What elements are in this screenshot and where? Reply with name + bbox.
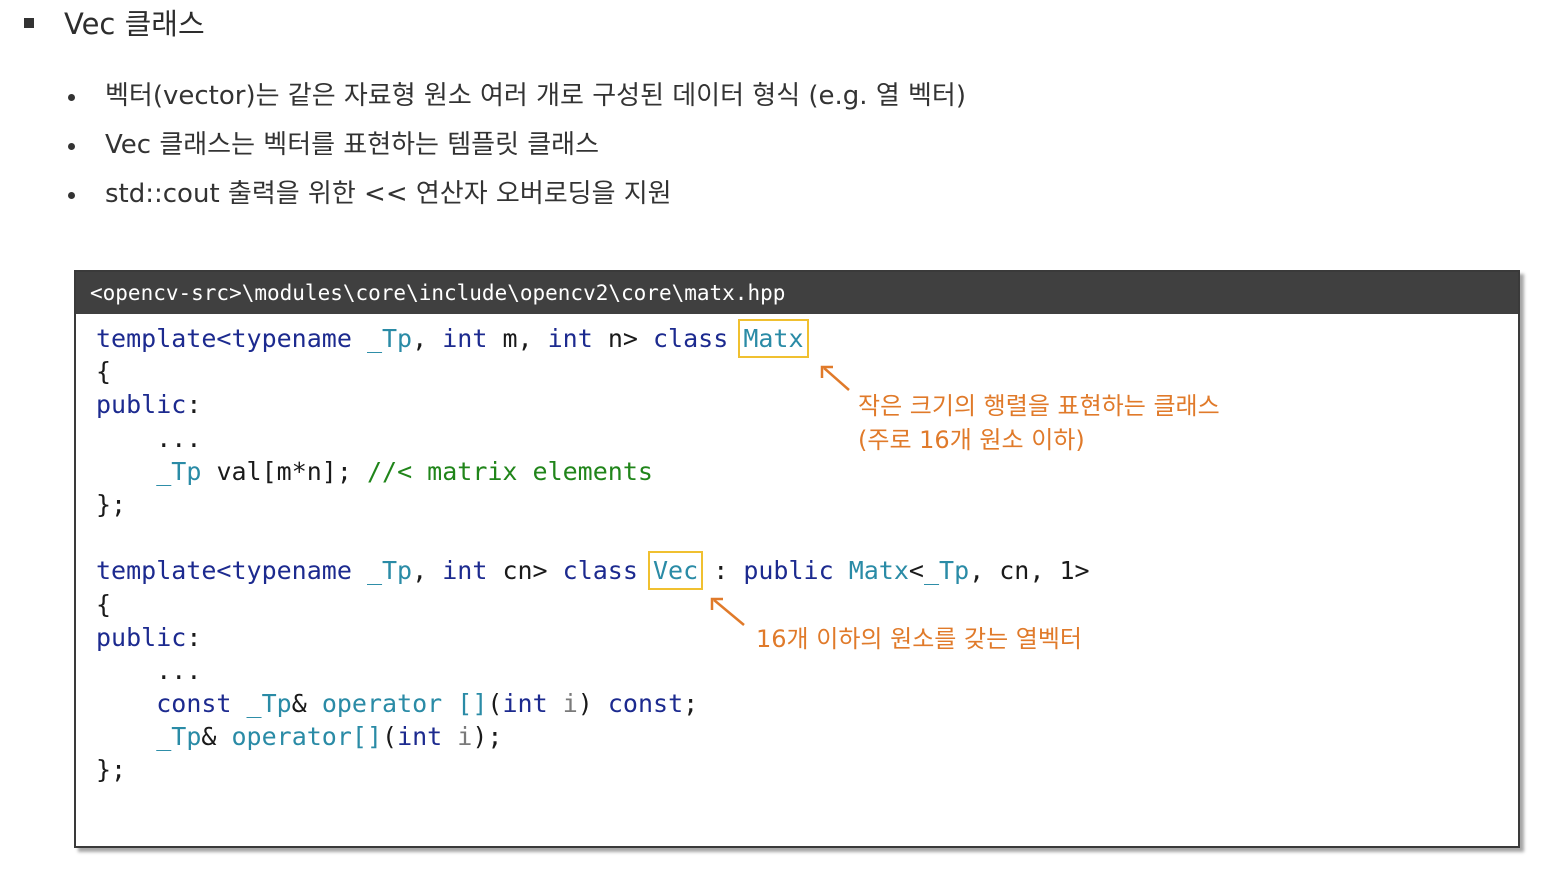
matx-annotation-line: 작은 크기의 행렬을 표현하는 클래스	[858, 392, 1220, 420]
vec-annotation: 16개 이하의 원소를 갖는 열벡터	[756, 625, 1083, 653]
matx-annotation: 작은 크기의 행렬을 표현하는 클래스 (주로 16개 원소 이하)	[858, 389, 1220, 457]
vec-arrow-icon	[713, 599, 745, 626]
matx-annotation-line: (주로 16개 원소 이하)	[858, 426, 1085, 454]
matx-arrow-icon	[823, 367, 850, 391]
annotation-arrows	[710, 365, 850, 626]
